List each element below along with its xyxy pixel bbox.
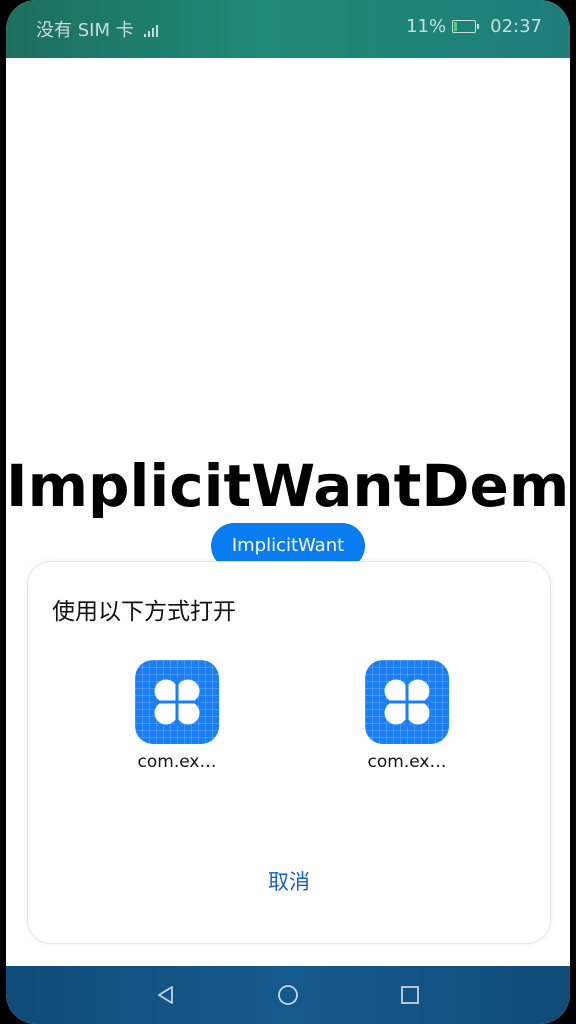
page-title: ImplicitWantDemo bbox=[6, 452, 570, 520]
app-option-label: com.ex… bbox=[367, 752, 447, 772]
battery-group: 11% bbox=[406, 16, 480, 37]
navigation-bar bbox=[6, 966, 570, 1024]
status-right: 11% 02:37 bbox=[406, 16, 542, 37]
status-bar: 没有 SIM 卡 11% 02:37 bbox=[6, 0, 570, 58]
open-with-dialog: 使用以下方式打开 com.ex… com.ex… 取消 bbox=[27, 561, 551, 944]
app-option-1[interactable]: com.ex… bbox=[117, 660, 237, 772]
clock: 02:37 bbox=[490, 16, 542, 37]
app-option-label: com.ex… bbox=[137, 752, 217, 772]
app-icon[interactable] bbox=[365, 660, 449, 744]
dialog-title: 使用以下方式打开 bbox=[52, 599, 236, 625]
cancel-button[interactable]: 取消 bbox=[28, 866, 550, 896]
carrier-text: 没有 SIM 卡 bbox=[36, 20, 134, 41]
signal-icon bbox=[143, 23, 158, 37]
back-icon[interactable] bbox=[151, 980, 181, 1010]
app-icon[interactable] bbox=[135, 660, 219, 744]
status-left: 没有 SIM 卡 bbox=[36, 16, 158, 42]
device-frame: 没有 SIM 卡 11% 02:37 ImplicitWantDemo Impl… bbox=[0, 0, 576, 1024]
battery-percent: 11% bbox=[406, 16, 447, 37]
battery-icon bbox=[452, 20, 480, 33]
app-option-2[interactable]: com.ex… bbox=[347, 660, 467, 772]
recents-icon[interactable] bbox=[395, 980, 425, 1010]
screen: 没有 SIM 卡 11% 02:37 ImplicitWantDemo Impl… bbox=[6, 0, 570, 1024]
home-icon[interactable] bbox=[273, 980, 303, 1010]
